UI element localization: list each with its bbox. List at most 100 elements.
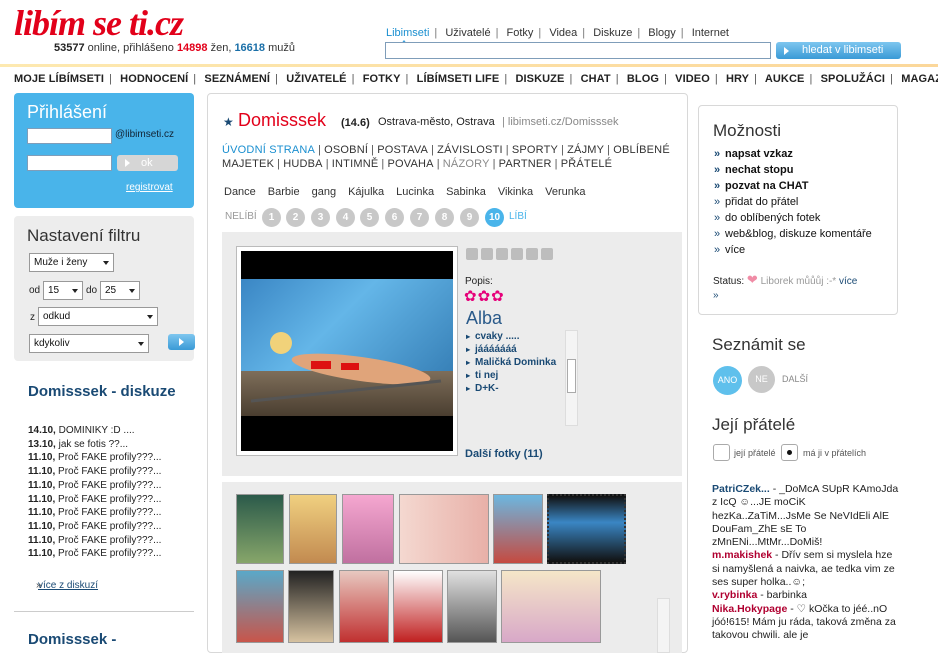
nav-blog[interactable]: BLOG bbox=[627, 73, 659, 85]
friend-link[interactable]: Vikinka bbox=[498, 186, 533, 198]
option-napsat-vzkaz[interactable]: napsat vzkaz bbox=[714, 146, 872, 162]
next-arrow-icon[interactable] bbox=[481, 248, 493, 260]
rating-6[interactable]: 6 bbox=[385, 208, 404, 227]
tab-partner[interactable]: PARTNER bbox=[499, 158, 552, 170]
photo-thumbnail[interactable] bbox=[339, 570, 389, 643]
scope-diskuze[interactable]: Diskuze bbox=[593, 27, 632, 39]
gender-select[interactable]: Muže i ženy bbox=[29, 253, 114, 272]
friend-link[interactable]: Dance bbox=[224, 186, 256, 198]
option-web-blog[interactable]: web&blog, diskuze komentáře bbox=[714, 226, 872, 242]
feed-author[interactable]: m.makishek bbox=[712, 549, 772, 561]
nav-seznameni[interactable]: SEZNÁMENÍ bbox=[204, 73, 270, 85]
friend-link[interactable]: Barbie bbox=[268, 186, 300, 198]
rating-9[interactable]: 9 bbox=[460, 208, 479, 227]
register-link[interactable]: registrovat bbox=[126, 182, 173, 193]
password-field[interactable] bbox=[27, 155, 112, 171]
tab-pratele[interactable]: PŘÁTELÉ bbox=[561, 158, 613, 170]
scope-uzivatele[interactable]: Uživatelé bbox=[445, 27, 490, 39]
rating-4[interactable]: 4 bbox=[336, 208, 355, 227]
photo-thumbnail[interactable] bbox=[447, 570, 497, 643]
rating-5[interactable]: 5 bbox=[360, 208, 379, 227]
option-pozvat-na-chat[interactable]: pozvat na CHAT bbox=[714, 178, 872, 194]
tab-intimne[interactable]: INTIMNĚ bbox=[332, 158, 379, 170]
rating-3[interactable]: 3 bbox=[311, 208, 330, 227]
photo-thumbnail[interactable] bbox=[393, 570, 443, 643]
tab-uvodni-strana[interactable]: ÚVODNÍ STRANA bbox=[222, 144, 315, 156]
option-nechat-stopu[interactable]: nechat stopu bbox=[714, 162, 872, 178]
photo-thumbnail[interactable] bbox=[236, 570, 284, 643]
friends-radio-has-her[interactable] bbox=[781, 444, 798, 461]
rating-7[interactable]: 7 bbox=[410, 208, 429, 227]
tab-osobni[interactable]: OSOBNÍ bbox=[324, 144, 368, 156]
scope-videa[interactable]: Videa bbox=[549, 27, 577, 39]
friend-link[interactable]: Sabinka bbox=[446, 186, 486, 198]
more-photos-link[interactable]: Další fotky (11) bbox=[465, 448, 543, 460]
rating-1[interactable]: 1 bbox=[262, 208, 281, 227]
status-more-link[interactable]: více bbox=[839, 276, 857, 287]
option-vice[interactable]: více bbox=[714, 242, 872, 258]
discussion-item[interactable]: 14.10, DOMINIKY :D .... bbox=[28, 424, 188, 438]
photo-thumbnail[interactable] bbox=[399, 494, 489, 564]
photo-comment[interactable]: Maličká Dominka bbox=[466, 356, 576, 369]
photo-thumbnail[interactable] bbox=[236, 494, 284, 564]
discussion-item[interactable]: 11.10, Proč FAKE profily???... bbox=[28, 465, 188, 479]
tab-zavislosti[interactable]: ZÁVISLOSTI bbox=[437, 144, 503, 156]
discussion-item[interactable]: 11.10, Proč FAKE profily???... bbox=[28, 493, 188, 507]
document-icon[interactable] bbox=[526, 248, 538, 260]
main-photo[interactable] bbox=[236, 246, 458, 456]
nav-uzivatele[interactable]: UŽIVATELÉ bbox=[286, 73, 346, 85]
discussion-item[interactable]: 11.10, Proč FAKE profily???... bbox=[28, 520, 188, 534]
nav-video[interactable]: VIDEO bbox=[675, 73, 710, 85]
tab-postava[interactable]: POSTAVA bbox=[377, 144, 428, 156]
report-icon[interactable] bbox=[541, 248, 553, 260]
friend-link[interactable]: Kájulka bbox=[348, 186, 384, 198]
scope-fotky[interactable]: Fotky bbox=[507, 27, 534, 39]
photo-thumbnail[interactable] bbox=[501, 570, 601, 643]
scope-libimseti[interactable]: Libimseti bbox=[386, 27, 429, 39]
prev-arrow-icon[interactable] bbox=[466, 248, 478, 260]
login-button[interactable]: ok bbox=[117, 155, 178, 171]
photo-thumbnail-selected[interactable] bbox=[547, 494, 626, 564]
tab-hudba[interactable]: HUDBA bbox=[283, 158, 323, 170]
nav-diskuze[interactable]: DISKUZE bbox=[515, 73, 564, 85]
discussion-item[interactable]: 11.10, Proč FAKE profily???... bbox=[28, 534, 188, 548]
photo-thumbnail[interactable] bbox=[289, 494, 337, 564]
tab-povaha[interactable]: POVAHA bbox=[387, 158, 433, 170]
nav-magazin[interactable]: MAGAZÍN bbox=[901, 73, 938, 85]
photo-thumbnail[interactable] bbox=[288, 570, 334, 643]
photo-comment[interactable]: jááááááá bbox=[466, 343, 576, 356]
discussion-item[interactable]: 11.10, Proč FAKE profily???... bbox=[28, 451, 188, 465]
option-do-oblibenych[interactable]: do oblíbených fotek bbox=[714, 210, 872, 226]
photo-thumbnail[interactable] bbox=[493, 494, 543, 564]
nav-hodnoceni[interactable]: HODNOCENÍ bbox=[120, 73, 188, 85]
friend-link[interactable]: Lucinka bbox=[396, 186, 434, 198]
photo-comment[interactable]: ti nej bbox=[466, 369, 576, 382]
tab-nazory[interactable]: NÁZORY bbox=[443, 158, 490, 170]
more-discussions-link[interactable]: více z diskuzí bbox=[36, 580, 98, 591]
search-input[interactable] bbox=[385, 42, 771, 59]
gallery-scrollbar[interactable] bbox=[657, 598, 670, 653]
scope-internet[interactable]: Internet bbox=[692, 27, 729, 39]
nav-libimseti-life[interactable]: LÍBÍMSETI LIFE bbox=[417, 73, 500, 85]
rating-10[interactable]: 10 bbox=[485, 208, 504, 227]
copy-icon[interactable] bbox=[511, 248, 523, 260]
discussion-item[interactable]: 13.10, jak se fotis ??... bbox=[28, 438, 188, 452]
nav-fotky[interactable]: FOTKY bbox=[363, 73, 401, 85]
discussion-item[interactable]: 11.10, Proč FAKE profily???... bbox=[28, 547, 188, 561]
friends-radio-her[interactable] bbox=[713, 444, 730, 461]
meet-next-button[interactable]: DALŠÍ bbox=[782, 374, 808, 384]
nav-spoluzaci[interactable]: SPOLUŽÁCI bbox=[821, 73, 885, 85]
photo-comment[interactable]: cvaky ..... bbox=[466, 330, 576, 343]
age-to-select[interactable]: 25 bbox=[100, 281, 140, 300]
nav-chat[interactable]: CHAT bbox=[581, 73, 611, 85]
discussion-item[interactable]: 11.10, Proč FAKE profily???... bbox=[28, 506, 188, 520]
discussion-item[interactable]: 11.10, Proč FAKE profily???... bbox=[28, 479, 188, 493]
search-button[interactable]: hledat v libimseti bbox=[776, 42, 901, 59]
friend-link[interactable]: Verunka bbox=[545, 186, 585, 198]
username-field[interactable] bbox=[27, 128, 112, 144]
time-select[interactable]: kdykoliv bbox=[29, 334, 149, 353]
nav-aukce[interactable]: AUKCE bbox=[765, 73, 805, 85]
rating-2[interactable]: 2 bbox=[286, 208, 305, 227]
meet-yes-button[interactable]: ANO bbox=[713, 366, 742, 395]
scrollbar-thumb[interactable] bbox=[567, 359, 576, 393]
